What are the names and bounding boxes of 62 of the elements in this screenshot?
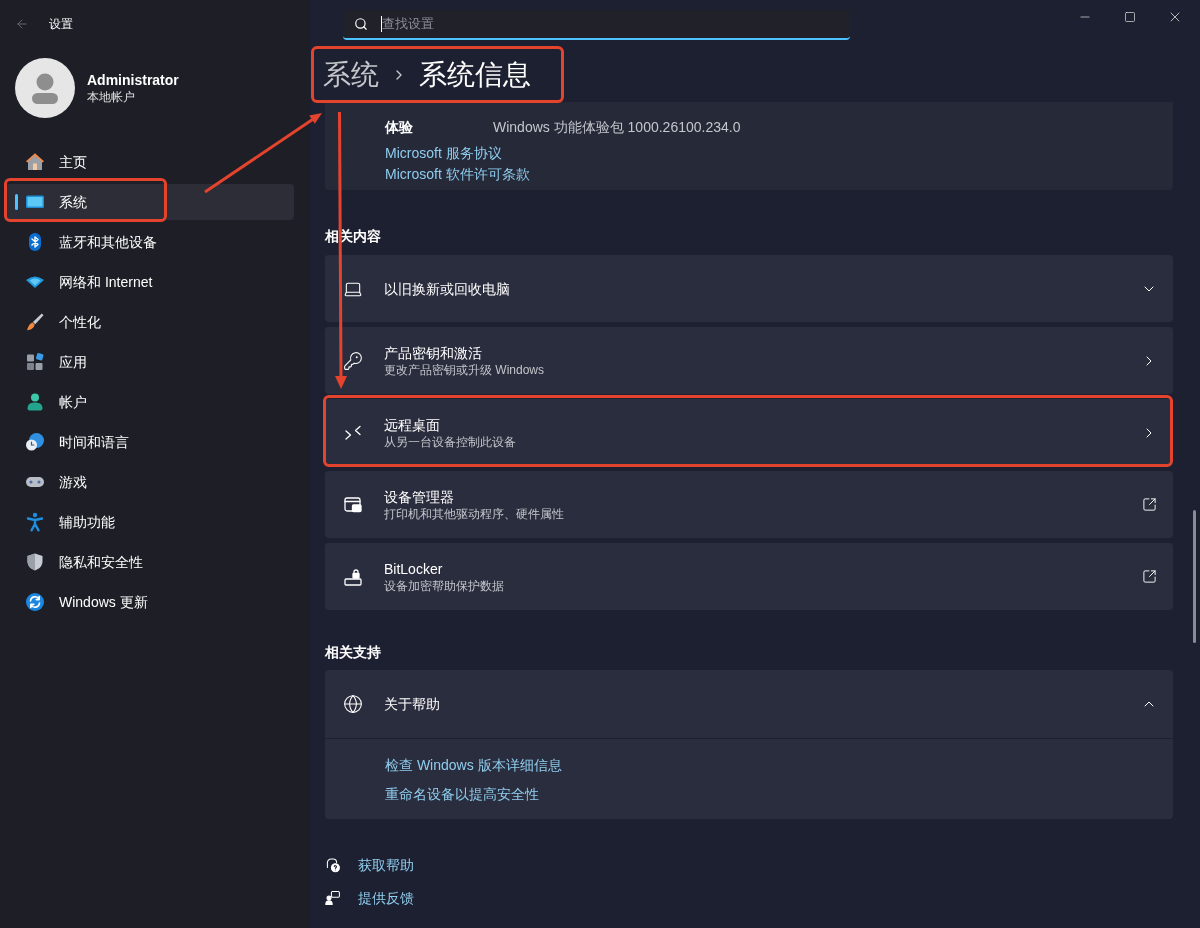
- text-link[interactable]: Microsoft 服务协议: [385, 143, 502, 164]
- card-title: 远程桌面: [384, 415, 441, 434]
- account-type: 本地帐户: [87, 89, 136, 105]
- info-label: 体验: [385, 117, 414, 137]
- settings-card[interactable]: 关于帮助 检查 Windows 版本详细信息 重命名设备以提高安全性: [325, 670, 1173, 819]
- globe-icon: [343, 694, 363, 714]
- card-title: 设备管理器: [384, 487, 455, 506]
- section-heading: 相关支持: [325, 643, 382, 662]
- nav-item[interactable]: 系统: [6, 184, 294, 220]
- key-icon: [343, 350, 363, 371]
- text-link[interactable]: Microsoft 软件许可条款: [385, 164, 530, 185]
- nav-item[interactable]: 个性化: [6, 304, 294, 340]
- user-name: Administrator: [87, 71, 179, 89]
- nav-item[interactable]: 应用: [6, 344, 294, 380]
- nav-item[interactable]: 主页: [6, 144, 294, 180]
- sync-arrows-icon: [25, 592, 45, 612]
- footer-link[interactable]: 获取帮助: [325, 855, 414, 875]
- card-title: 以旧换新或回收电脑: [384, 279, 510, 298]
- search-field[interactable]: 查找设置: [343, 10, 850, 40]
- external-link-icon: [1142, 497, 1157, 512]
- external-link-icon: [1142, 569, 1157, 584]
- info-value: Windows 功能体验包 1000.26100.234.0: [493, 117, 741, 137]
- page-title: 系统信息: [419, 58, 531, 92]
- nav-item[interactable]: 隐私和安全性: [6, 544, 294, 580]
- shield-icon: [25, 552, 45, 572]
- nav-item[interactable]: 辅助功能: [6, 504, 294, 540]
- settings-card[interactable]: 设备管理器 打印机和其他驱动程序、硬件属性: [325, 471, 1173, 538]
- text-link[interactable]: 重命名设备以提高安全性: [385, 784, 539, 804]
- person-icon: [25, 392, 45, 412]
- device-window-icon: [343, 494, 363, 515]
- settings-card[interactable]: 产品密钥和激活 更改产品密钥或升级 Windows: [325, 327, 1173, 394]
- accessibility-icon: [25, 512, 45, 532]
- settings-card[interactable]: 远程桌面 从另一台设备控制此设备: [325, 399, 1173, 466]
- breadcrumb-link[interactable]: 系统: [323, 57, 379, 93]
- globe-clock-icon: [25, 432, 45, 452]
- feedback-person-icon: [325, 890, 341, 906]
- paintbrush-icon: [25, 312, 45, 332]
- card-subtitle: 从另一台设备控制此设备: [384, 433, 516, 450]
- avatar-icon: [15, 58, 75, 118]
- nav-item[interactable]: 蓝牙和其他设备: [6, 224, 294, 260]
- apps-grid-icon: [25, 352, 45, 372]
- nav-item[interactable]: 时间和语言: [6, 424, 294, 460]
- drive-lock-icon: [343, 566, 363, 587]
- settings-card[interactable]: BitLocker 设备加密帮助保护数据: [325, 543, 1173, 610]
- card-title: BitLocker: [384, 559, 444, 578]
- nav-item[interactable]: Windows 更新: [6, 584, 294, 620]
- window-title: 设置: [49, 16, 73, 33]
- settings-card[interactable]: 以旧换新或回收电脑: [325, 255, 1173, 322]
- help-bubble-icon: [325, 857, 341, 873]
- card-title: 产品密钥和激活: [384, 343, 483, 362]
- card-subtitle: 打印机和其他驱动程序、硬件属性: [384, 505, 564, 522]
- text-link[interactable]: 检查 Windows 版本详细信息: [385, 755, 562, 775]
- house-icon: [25, 152, 45, 172]
- card-title: 关于帮助: [384, 695, 440, 713]
- footer-link[interactable]: 提供反馈: [325, 888, 414, 908]
- nav-item[interactable]: 游戏: [6, 464, 294, 500]
- nav-item[interactable]: 网络和 Internet: [6, 264, 294, 300]
- search-icon: [354, 17, 368, 31]
- card-subtitle: 更改产品密钥或升级 Windows: [384, 361, 544, 378]
- nav-item[interactable]: 帐户: [6, 384, 294, 420]
- card-subtitle: 设备加密帮助保护数据: [384, 577, 504, 594]
- maximize-icon: [1123, 11, 1136, 23]
